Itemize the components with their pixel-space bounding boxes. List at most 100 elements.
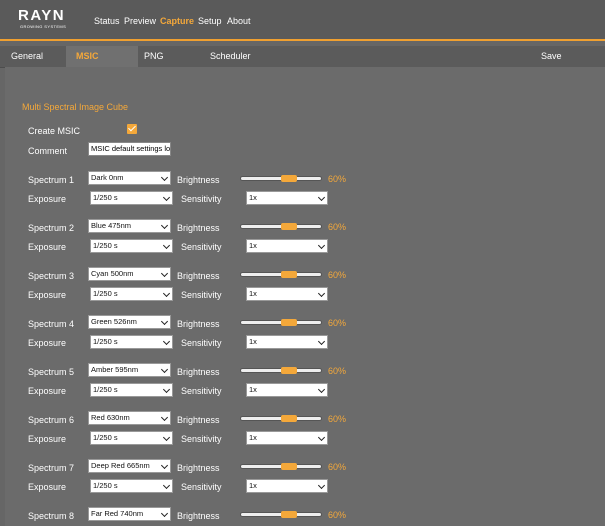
- spectrum-5-sensitivity-select[interactable]: 1x: [246, 383, 328, 397]
- spectrum-1-band-select[interactable]: Dark 0nm: [88, 171, 171, 185]
- logo-tagline: GROWING SYSTEMS: [20, 24, 67, 29]
- spectrum-6-sensitivity-select[interactable]: 1x: [246, 431, 328, 445]
- create-msic-checkbox[interactable]: [127, 124, 137, 134]
- spectrum-7-brightness-value: 60%: [328, 462, 347, 472]
- spectrum-3-sensitivity-select[interactable]: 1x: [246, 287, 328, 301]
- chevron-down-icon: [317, 385, 326, 394]
- spectrum-7-band-select[interactable]: Deep Red 665nm: [88, 459, 171, 473]
- spectrum-3-band-select[interactable]: Cyan 500nm: [88, 267, 171, 281]
- create-msic-label: Create MSIC: [28, 126, 81, 136]
- spectrum-1-brightness-slider[interactable]: [240, 175, 322, 182]
- chevron-down-icon: [162, 289, 171, 298]
- spectrum-1-sensitivity-select[interactable]: 1x: [246, 191, 328, 205]
- spectrum-8-brightness-handle[interactable]: [281, 511, 297, 518]
- spectrum-5-brightness-handle[interactable]: [281, 367, 297, 374]
- spectrum-4-exposure-select[interactable]: 1/250 s: [90, 335, 173, 349]
- spectrum-6-brightness-value: 60%: [328, 414, 347, 424]
- section-title: Multi Spectral Image Cube: [22, 102, 129, 112]
- spectrum-3-brightness-value: 60%: [328, 270, 347, 280]
- logo-wordmark: RAYN: [18, 7, 66, 24]
- chevron-down-icon: [160, 173, 169, 182]
- spectrum-7-brightness-slider[interactable]: [240, 463, 322, 470]
- spectrum-1-exposure-label: Exposure: [28, 194, 67, 204]
- chevron-down-icon: [162, 241, 171, 250]
- spectrum-2-band-select[interactable]: Blue 475nm: [88, 219, 171, 233]
- spectrum-7-brightness-label: Brightness: [177, 463, 220, 473]
- spectrum-7-sensitivity-label: Sensitivity: [181, 482, 222, 492]
- spectrum-5-brightness-slider[interactable]: [240, 367, 322, 374]
- chevron-down-icon: [317, 337, 326, 346]
- spectrum-5-band-select[interactable]: Amber 595nm: [88, 363, 171, 377]
- spectrum-2-exposure-label: Exposure: [28, 242, 67, 252]
- spectrum-2-brightness-value: 60%: [328, 222, 347, 232]
- chevron-down-icon: [317, 433, 326, 442]
- spectrum-4-sensitivity-label: Sensitivity: [181, 338, 222, 348]
- spectrum-6-sensitivity-label: Sensitivity: [181, 434, 222, 444]
- spectrum-3-brightness-slider[interactable]: [240, 271, 322, 278]
- chevron-down-icon: [317, 289, 326, 298]
- spectrum-4-brightness-value: 60%: [328, 318, 347, 328]
- spectrum-6-band-select[interactable]: Red 630nm: [88, 411, 171, 425]
- spectrum-7-sensitivity-select[interactable]: 1x: [246, 479, 328, 493]
- spectrum-4-brightness-slider[interactable]: [240, 319, 322, 326]
- nav-preview[interactable]: Preview: [124, 16, 156, 27]
- spectrum-7-exposure-select[interactable]: 1/250 s: [90, 479, 173, 493]
- spectrum-3-exposure-label: Exposure: [28, 290, 67, 300]
- spectrum-3-exposure-select[interactable]: 1/250 s: [90, 287, 173, 301]
- chevron-down-icon: [162, 337, 171, 346]
- spectrum-5-exposure-select[interactable]: 1/250 s: [90, 383, 173, 397]
- spectrum-7-brightness-handle[interactable]: [281, 463, 297, 470]
- tab-general[interactable]: General: [11, 46, 43, 67]
- chevron-down-icon: [160, 461, 169, 470]
- comment-input[interactable]: MSIC default settings lo: [88, 142, 171, 156]
- chevron-down-icon: [160, 509, 169, 518]
- spectrum-1-exposure-select[interactable]: 1/250 s: [90, 191, 173, 205]
- nav-status[interactable]: Status: [94, 16, 120, 27]
- chevron-down-icon: [160, 365, 169, 374]
- spectrum-6-exposure-label: Exposure: [28, 434, 67, 444]
- spectrum-5-label: Spectrum 5: [28, 367, 75, 377]
- top-navigation-bar: RAYN GROWING SYSTEMS Status Preview Capt…: [0, 0, 605, 41]
- tab-png[interactable]: PNG: [144, 46, 164, 67]
- spectrum-2-brightness-slider[interactable]: [240, 223, 322, 230]
- spectrum-7-label: Spectrum 7: [28, 463, 75, 473]
- spectrum-4-label: Spectrum 4: [28, 319, 75, 329]
- nav-capture[interactable]: Capture: [160, 16, 194, 27]
- spectrum-1-brightness-handle[interactable]: [281, 175, 297, 182]
- spectrum-2-exposure-select[interactable]: 1/250 s: [90, 239, 173, 253]
- tab-bar: General MSIC PNG Scheduler: [0, 46, 605, 68]
- spectrum-4-brightness-handle[interactable]: [281, 319, 297, 326]
- spectrum-3-brightness-label: Brightness: [177, 271, 220, 281]
- chevron-down-icon: [317, 481, 326, 490]
- spectrum-3-brightness-handle[interactable]: [281, 271, 297, 278]
- spectrum-8-label: Spectrum 8: [28, 511, 75, 521]
- spectrum-5-brightness-label: Brightness: [177, 367, 220, 377]
- spectrum-6-brightness-handle[interactable]: [281, 415, 297, 422]
- save-button[interactable]: Save: [541, 46, 562, 67]
- spectrum-4-brightness-label: Brightness: [177, 319, 220, 329]
- chevron-down-icon: [160, 317, 169, 326]
- spectrum-6-label: Spectrum 6: [28, 415, 75, 425]
- spectrum-4-band-select[interactable]: Green 526nm: [88, 315, 171, 329]
- chevron-down-icon: [162, 433, 171, 442]
- spectrum-7-exposure-label: Exposure: [28, 482, 67, 492]
- chevron-down-icon: [317, 241, 326, 250]
- tab-msic[interactable]: MSIC: [66, 46, 138, 67]
- spectrum-2-brightness-label: Brightness: [177, 223, 220, 233]
- spectrum-2-sensitivity-select[interactable]: 1x: [246, 239, 328, 253]
- chevron-down-icon: [317, 193, 326, 202]
- chevron-down-icon: [162, 385, 171, 394]
- tab-scheduler[interactable]: Scheduler: [210, 46, 251, 67]
- spectrum-4-sensitivity-select[interactable]: 1x: [246, 335, 328, 349]
- rayn-logo[interactable]: RAYN GROWING SYSTEMS: [18, 8, 68, 34]
- spectrum-8-brightness-slider[interactable]: [240, 511, 322, 518]
- spectrum-6-exposure-select[interactable]: 1/250 s: [90, 431, 173, 445]
- nav-about[interactable]: About: [227, 16, 251, 27]
- nav-setup[interactable]: Setup: [198, 16, 222, 27]
- spectrum-6-brightness-slider[interactable]: [240, 415, 322, 422]
- spectrum-2-sensitivity-label: Sensitivity: [181, 242, 222, 252]
- spectrum-1-label: Spectrum 1: [28, 175, 75, 185]
- spectrum-2-brightness-handle[interactable]: [281, 223, 297, 230]
- chevron-down-icon: [160, 413, 169, 422]
- spectrum-8-band-select[interactable]: Far Red 740nm: [88, 507, 171, 521]
